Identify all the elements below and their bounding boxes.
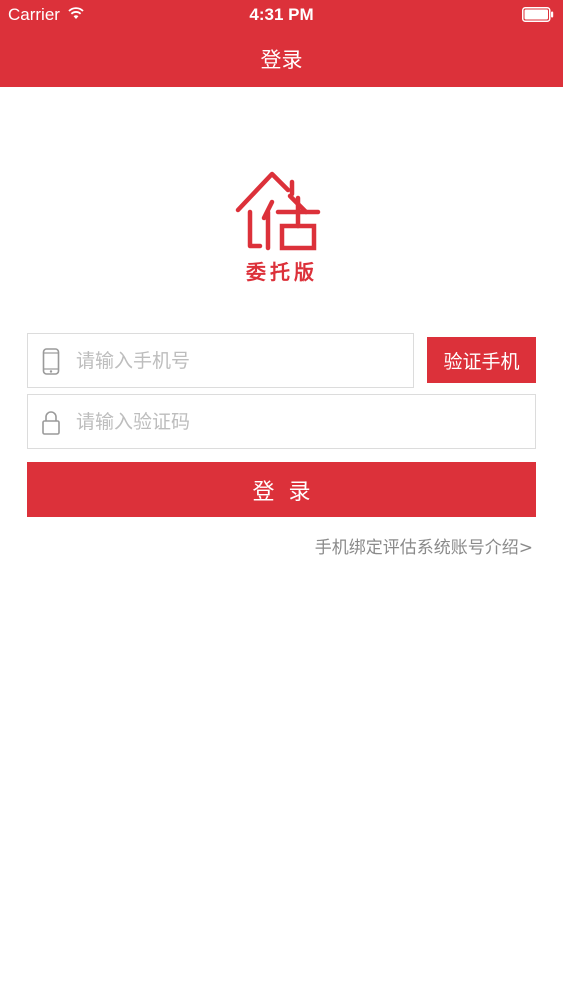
lock-icon <box>42 411 60 435</box>
header-bar: Carrier 4:31 PM 登录 <box>0 0 563 87</box>
phone-field[interactable] <box>27 333 414 388</box>
page-title: 登录 <box>260 48 303 72</box>
login-button[interactable]: 登录 <box>27 462 536 517</box>
verify-phone-button[interactable]: 验证手机 <box>427 337 536 383</box>
status-bar: Carrier 4:31 PM <box>0 0 563 30</box>
account-binding-intro-link[interactable]: 手机绑定评估系统账号介绍> <box>200 533 533 558</box>
logo-caption: 委托版 <box>246 260 318 284</box>
phone-input[interactable] <box>76 334 403 387</box>
verification-code-field[interactable] <box>27 394 536 449</box>
status-time: 4:31 PM <box>249 5 314 24</box>
phone-icon <box>42 348 60 375</box>
battery-icon <box>522 7 554 22</box>
verification-code-input[interactable] <box>76 395 525 448</box>
